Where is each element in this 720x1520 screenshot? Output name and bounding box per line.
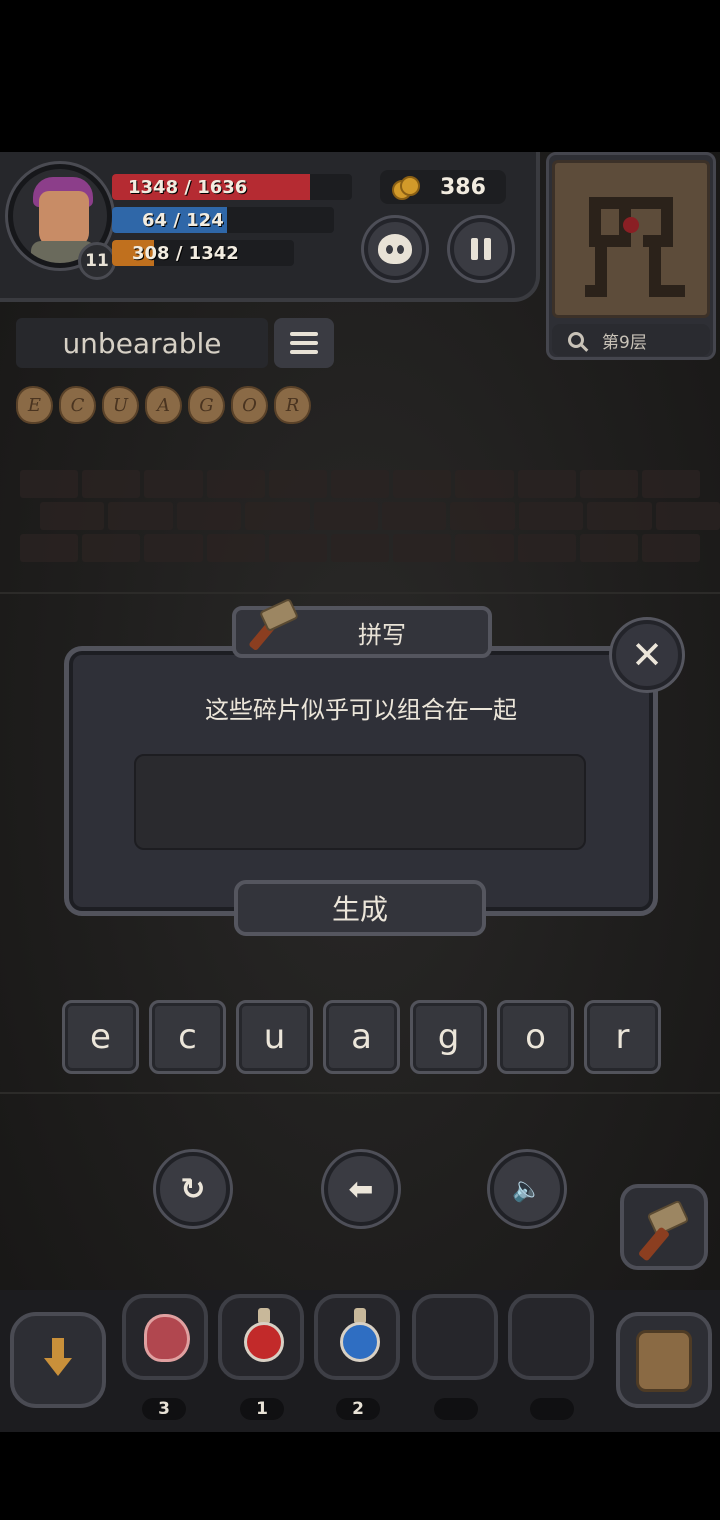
reset-icon: ↻ [180, 1171, 206, 1207]
search-icon [568, 332, 584, 348]
current-word: unbearable [16, 318, 268, 368]
player-level-badge: 11 [78, 242, 116, 280]
mask-icon [378, 234, 412, 264]
floor-line [0, 592, 720, 594]
player-position-marker [623, 217, 639, 233]
character-mask-button[interactable] [364, 218, 426, 280]
back-arrow-icon: ⬅ [348, 1171, 374, 1207]
fragment-token: U [102, 386, 139, 424]
blue-potion-icon [340, 1308, 380, 1366]
fragment-token: R [274, 386, 311, 424]
xp-text: 308 / 1342 [132, 242, 239, 264]
close-button[interactable]: ✕ [612, 620, 682, 690]
meat-icon [144, 1314, 190, 1362]
fragment-token: C [59, 386, 96, 424]
down-arrow-icon [44, 1338, 72, 1376]
pronounce-button[interactable]: 🔈 [490, 1152, 564, 1226]
inventory-slot-empty[interactable] [508, 1294, 594, 1380]
minimap-rooms [585, 197, 685, 297]
backpack-icon [636, 1330, 692, 1392]
fragment-token: E [16, 386, 53, 424]
backspace-button[interactable]: ⬅ [324, 1152, 398, 1226]
floor-line [0, 1092, 720, 1094]
fragment-token: G [188, 386, 225, 424]
item-count [434, 1398, 478, 1420]
hammer-icon [646, 1199, 690, 1237]
list-icon [290, 332, 318, 336]
letter-tile[interactable]: g [410, 1000, 487, 1074]
fragment-token: O [231, 386, 268, 424]
letter-tile-row: e c u a g o r [62, 1000, 661, 1074]
craft-hammer-button[interactable] [620, 1184, 708, 1270]
minimap[interactable] [552, 160, 710, 318]
fragment-token: A [145, 386, 182, 424]
avatar-face [39, 191, 89, 247]
hp-text: 1348 / 1636 [128, 176, 248, 198]
letter-tile[interactable]: e [62, 1000, 139, 1074]
xp-bar: 308 / 1342 [112, 240, 294, 266]
item-count [530, 1398, 574, 1420]
floor-indicator[interactable]: 第9层 [552, 324, 710, 356]
letter-tile[interactable]: r [584, 1000, 661, 1074]
hp-bar: 1348 / 1636 [112, 174, 352, 200]
inventory-slot-meat[interactable] [122, 1294, 208, 1380]
gold-amount: 386 [440, 174, 486, 200]
inventory-slot-blue-potion[interactable] [314, 1294, 400, 1380]
letter-tile[interactable]: a [323, 1000, 400, 1074]
speaker-icon: 🔈 [512, 1175, 542, 1203]
item-count: 1 [240, 1398, 284, 1420]
letter-tile[interactable]: u [236, 1000, 313, 1074]
brick-row [20, 470, 701, 498]
dialog-message: 这些碎片似乎可以组合在一起 [205, 696, 517, 724]
inventory-slot-red-potion[interactable] [218, 1294, 304, 1380]
brick-row [20, 534, 701, 562]
letter-tile[interactable]: o [497, 1000, 574, 1074]
descend-button[interactable] [10, 1312, 106, 1408]
word-list-button[interactable] [274, 318, 334, 368]
generate-button[interactable]: 生成 [234, 880, 486, 936]
mp-bar: 64 / 124 [112, 207, 334, 233]
item-count: 3 [142, 1398, 186, 1420]
gold-counter: 386 [380, 170, 506, 204]
brick-row [40, 502, 720, 530]
pause-button[interactable] [450, 218, 512, 280]
answer-input[interactable] [134, 754, 586, 850]
pause-icon [471, 238, 491, 260]
coin-icon [392, 174, 420, 200]
hammer-icon [248, 597, 302, 654]
dialog-title-text: 拼写 [358, 620, 406, 649]
item-count: 2 [336, 1398, 380, 1420]
red-potion-icon [244, 1308, 284, 1366]
letter-tile[interactable]: c [149, 1000, 226, 1074]
backpack-button[interactable] [616, 1312, 712, 1408]
mp-text: 64 / 124 [142, 209, 224, 231]
floor-label: 第9层 [602, 332, 647, 353]
inventory-slot-empty[interactable] [412, 1294, 498, 1380]
reset-button[interactable]: ↻ [156, 1152, 230, 1226]
fragment-row: E C U A G O R [16, 386, 311, 424]
